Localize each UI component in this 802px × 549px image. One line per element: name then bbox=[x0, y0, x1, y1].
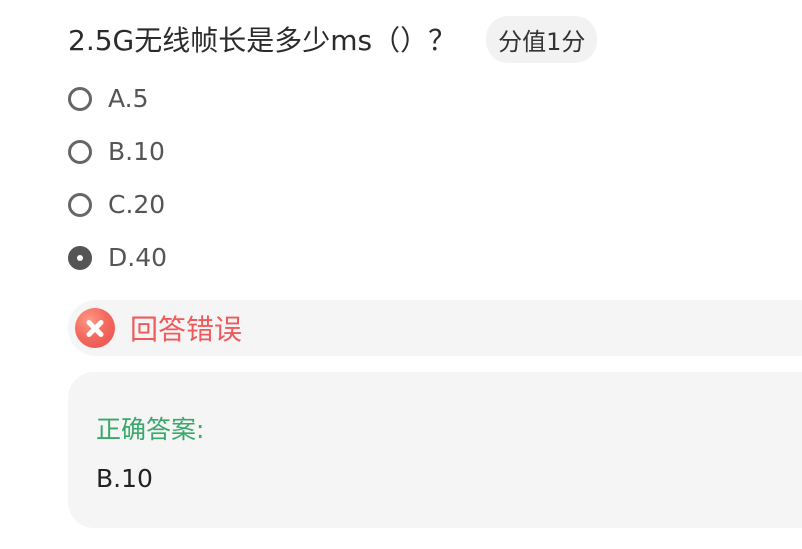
wrong-icon bbox=[75, 308, 115, 348]
option-label: C.20 bbox=[108, 190, 166, 219]
result-bar: 回答错误 bbox=[68, 300, 802, 356]
option-b[interactable]: B.10 bbox=[68, 125, 468, 178]
result-text: 回答错误 bbox=[130, 313, 243, 346]
option-label: A.5 bbox=[108, 84, 149, 113]
radio-button-icon[interactable] bbox=[68, 86, 92, 111]
option-label: B.10 bbox=[108, 137, 165, 166]
correct-answer-heading: 正确答案: bbox=[96, 415, 205, 444]
option-d[interactable]: D.40 bbox=[68, 231, 468, 284]
radio-button-icon[interactable] bbox=[68, 192, 92, 217]
correct-answer-panel: 正确答案: B.10 bbox=[68, 372, 802, 528]
option-c[interactable]: C.20 bbox=[68, 178, 468, 231]
correct-answer-value: B.10 bbox=[96, 464, 153, 493]
score-badge: 分值1分 bbox=[486, 15, 598, 63]
question-header: 2.5G无线帧长是多少ms（）？ 分值1分 bbox=[68, 15, 598, 63]
question-title: 2.5G无线帧长是多少ms（）？ bbox=[68, 24, 457, 57]
option-label: D.40 bbox=[108, 243, 168, 272]
answer-options: A.5 B.10 C.20 D.40 bbox=[68, 72, 468, 284]
option-a[interactable]: A.5 bbox=[68, 72, 468, 125]
radio-button-selected-icon[interactable] bbox=[68, 245, 92, 270]
radio-button-icon[interactable] bbox=[68, 139, 92, 164]
